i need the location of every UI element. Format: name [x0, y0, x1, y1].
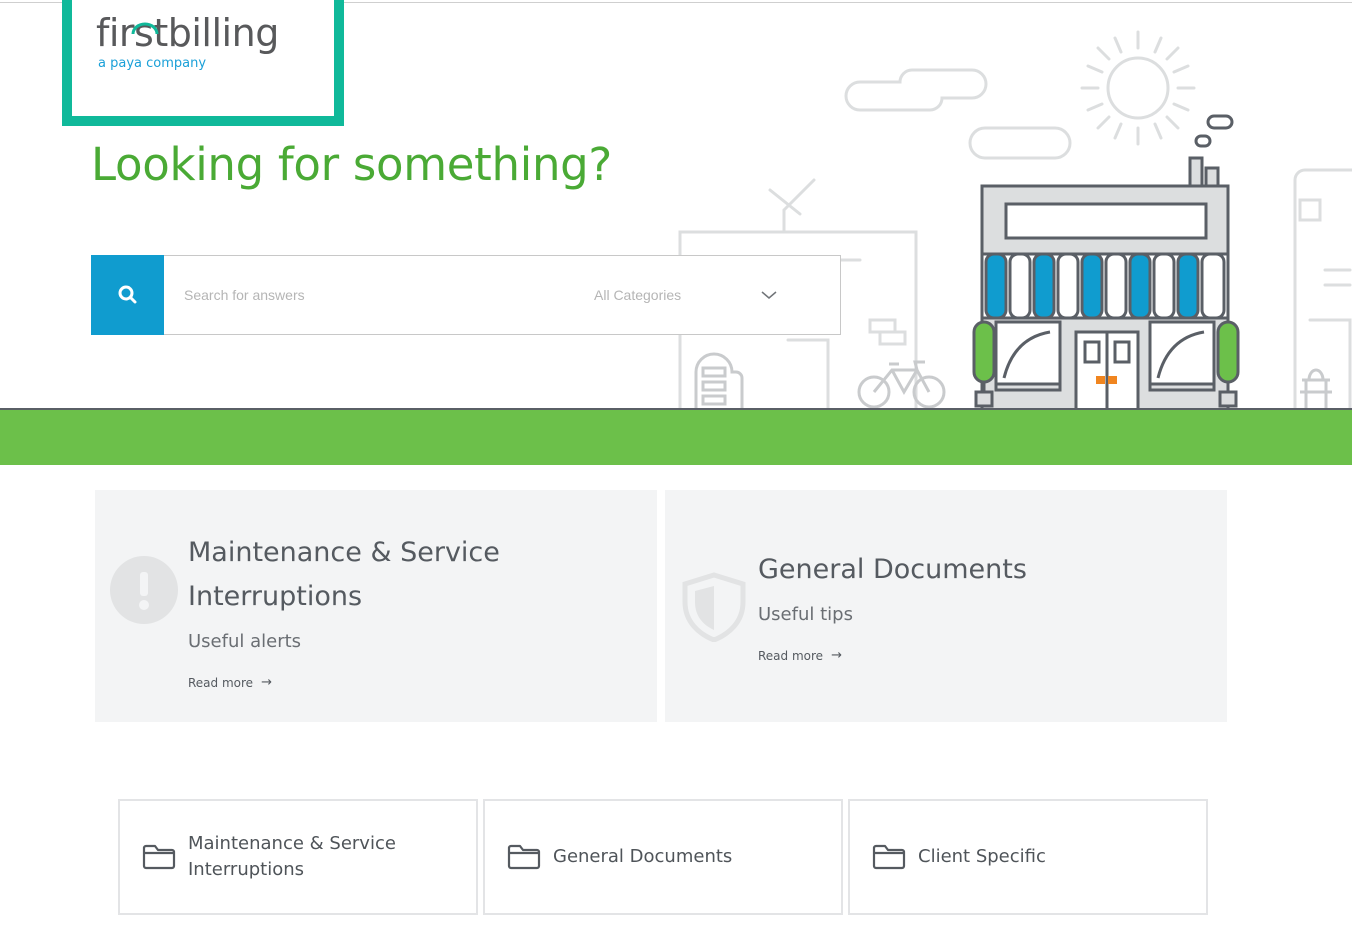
category-tile-label: Client Specific — [918, 846, 1046, 867]
folder-icon — [872, 844, 906, 870]
feature-title: Maintenance & Service Interruptions — [188, 531, 500, 619]
feature-card-maintenance[interactable]: Maintenance & Service Interruptions Usef… — [95, 490, 657, 722]
category-select[interactable]: All Categories — [586, 278, 826, 312]
category-label-line: Interruptions — [188, 859, 305, 880]
feature-subtitle: Useful tips — [758, 604, 853, 625]
logo-arc-icon — [131, 22, 159, 35]
feature-title: General Documents — [758, 554, 1027, 585]
read-more-link[interactable]: Read more → — [758, 648, 842, 663]
search-icon — [118, 285, 136, 304]
read-more-link[interactable]: Read more → — [188, 675, 272, 690]
category-tile-label: General Documents — [553, 846, 733, 867]
feature-subtitle: Useful alerts — [188, 631, 302, 652]
category-label-line: Maintenance & Service — [188, 833, 396, 854]
arrow-right-icon: → — [261, 675, 272, 690]
category-tile-label: Maintenance & Service Interruptions — [188, 831, 396, 883]
arrow-right-icon: → — [831, 648, 842, 663]
chevron-down-icon — [761, 291, 777, 299]
alert-icon — [110, 556, 178, 624]
logo-tagline: a paya company — [98, 56, 207, 71]
feature-title-line: Interruptions — [188, 581, 363, 612]
logo-wordmark: firstbilling — [96, 11, 279, 55]
search-input[interactable] — [176, 278, 572, 312]
feature-title-line: Maintenance & Service — [188, 537, 500, 568]
read-more-label: Read more — [758, 648, 824, 663]
category-tile-maintenance[interactable]: Maintenance & Service Interruptions — [118, 799, 478, 915]
category-select-label: All Categories — [594, 287, 682, 303]
grass-band — [0, 410, 1352, 465]
folder-icon — [507, 844, 541, 870]
search-button[interactable] — [91, 255, 164, 335]
search-bar: All Categories — [91, 255, 841, 335]
page-title: Looking for something? — [91, 138, 613, 191]
shield-icon — [682, 572, 746, 642]
folder-icon — [142, 844, 176, 870]
category-tile-client-specific[interactable]: Client Specific — [848, 799, 1208, 915]
feature-card-general-documents[interactable]: General Documents Useful tips Read more … — [665, 490, 1227, 722]
logo[interactable]: firstbilling a paya company — [62, 0, 344, 126]
category-tile-general-documents[interactable]: General Documents — [483, 799, 843, 915]
read-more-label: Read more — [188, 675, 254, 690]
